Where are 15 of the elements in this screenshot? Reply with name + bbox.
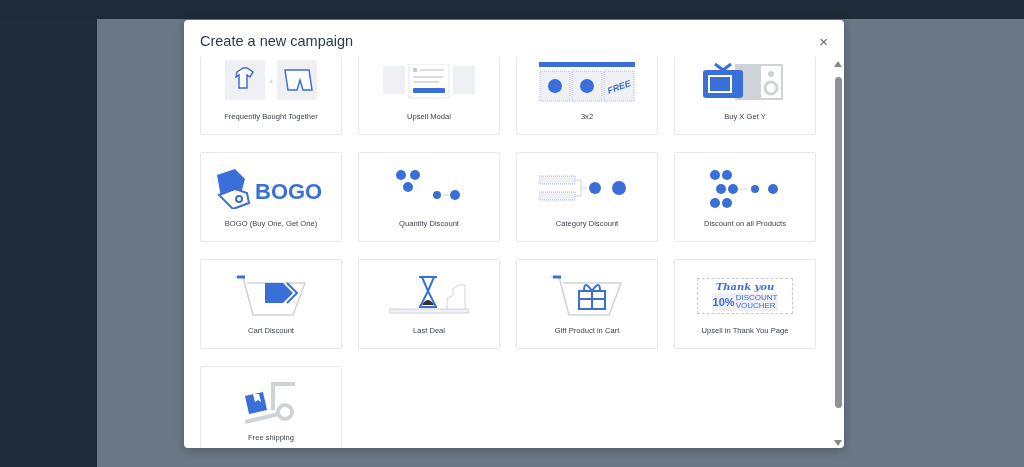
thank-you-text: Thank you: [715, 281, 775, 292]
dots-to-coin-drawing: [709, 169, 781, 209]
plus-sign: +: [268, 77, 274, 86]
hand-truck-with-box-drawing: [245, 382, 297, 424]
voucher-text: DISCOUNT VOUCHER: [735, 294, 778, 310]
scroll-up-icon[interactable]: [834, 61, 842, 67]
close-button[interactable]: ×: [815, 33, 832, 49]
scrollbar-thumb[interactable]: [834, 77, 842, 408]
cart-with-gift-drawing: [551, 275, 623, 317]
free-label: FREE: [606, 78, 632, 96]
dialog-title: Create a new campaign: [200, 33, 354, 49]
bogo-wordmark: BOGO: [255, 179, 323, 204]
percent-text: 10%: [712, 296, 735, 308]
cart-with-tag-drawing: [235, 275, 307, 317]
scroll-down-icon[interactable]: [834, 440, 842, 446]
